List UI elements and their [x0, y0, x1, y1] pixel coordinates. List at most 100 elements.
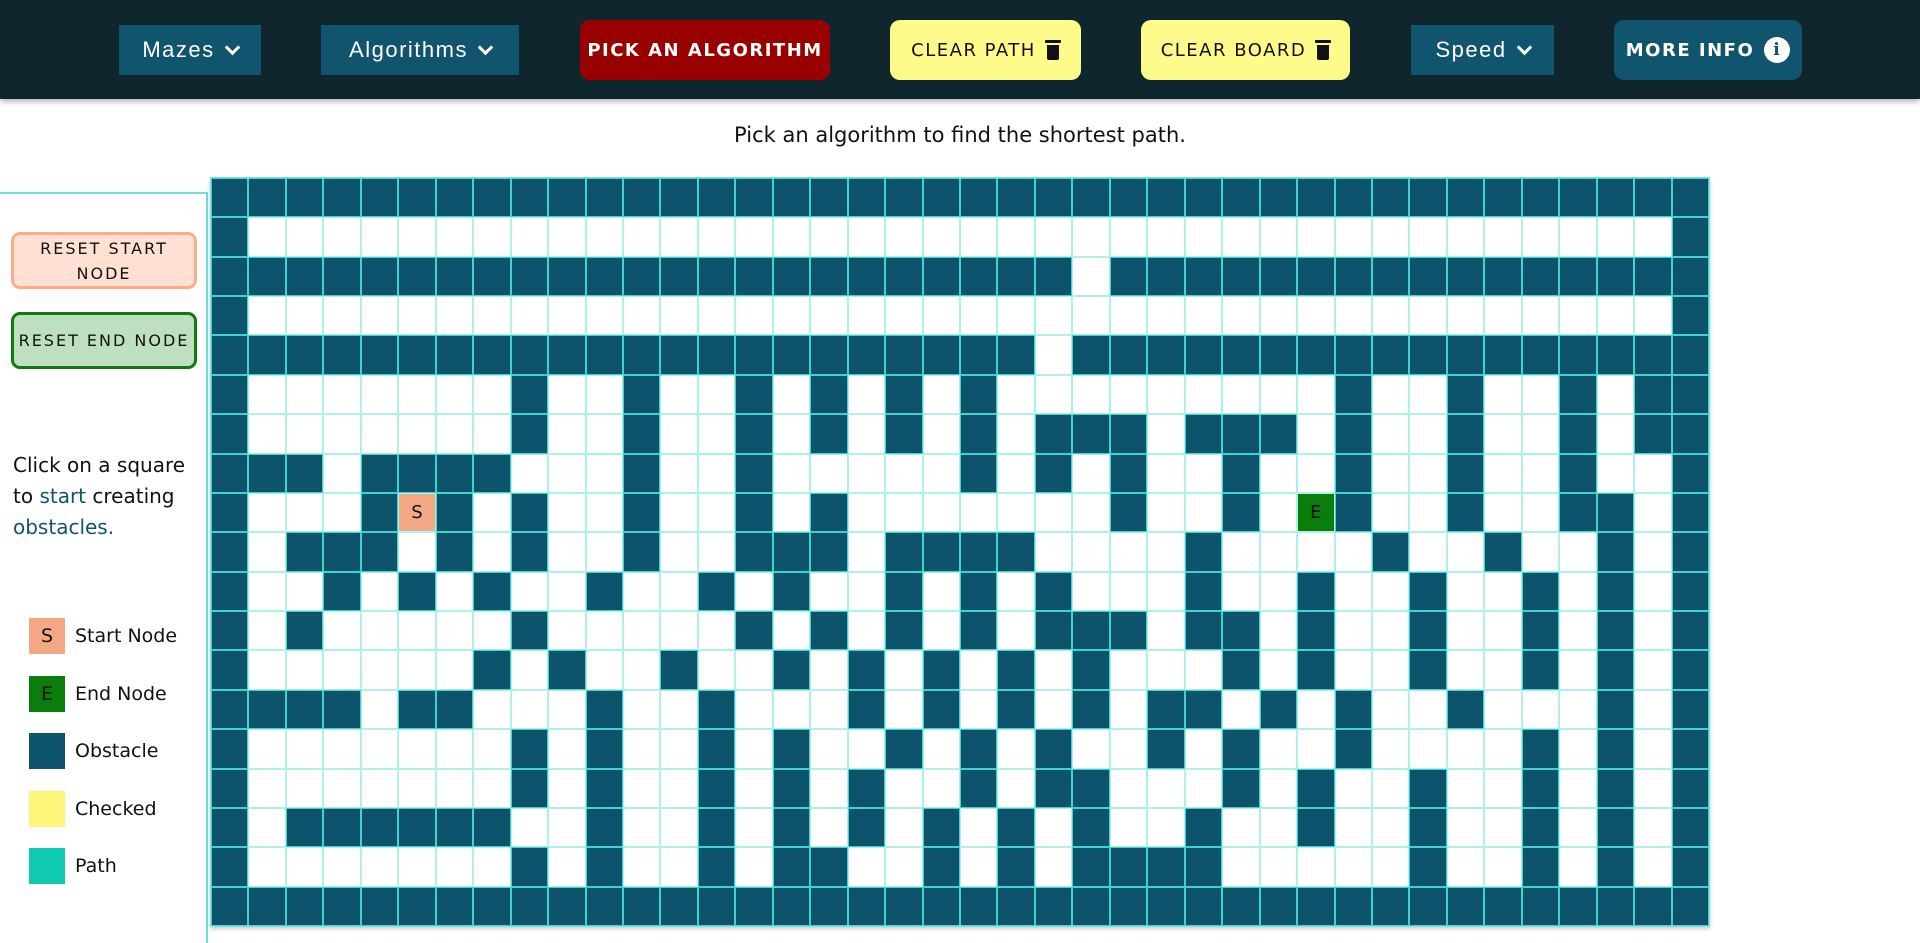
grid-cell-obstacle[interactable]: [622, 453, 661, 493]
grid-cell[interactable]: [622, 296, 661, 336]
grid-cell-obstacle[interactable]: [1334, 492, 1372, 533]
grid-cell-obstacle[interactable]: [285, 256, 324, 297]
grid-cell-obstacle[interactable]: [1634, 886, 1672, 926]
grid-cell[interactable]: [847, 532, 886, 572]
grid-cell[interactable]: [810, 689, 848, 730]
grid-cell[interactable]: [1072, 296, 1110, 336]
grid-cell-obstacle[interactable]: [473, 178, 511, 218]
grid-cell-obstacle[interactable]: [622, 532, 661, 572]
grid-cell[interactable]: [398, 847, 436, 887]
grid-cell[interactable]: [1559, 807, 1597, 848]
grid-cell-obstacle[interactable]: [847, 768, 886, 808]
grid-cell-obstacle[interactable]: [1109, 611, 1148, 651]
grid-cell[interactable]: [360, 729, 399, 769]
grid-cell-obstacle[interactable]: [772, 178, 811, 218]
grid-cell[interactable]: [360, 217, 399, 257]
grid-cell-obstacle[interactable]: [1184, 256, 1223, 297]
grid-cell-obstacle[interactable]: [435, 807, 474, 848]
grid-cell-obstacle[interactable]: [1671, 532, 1709, 572]
grid-cell[interactable]: [1521, 453, 1560, 493]
grid-cell[interactable]: [248, 807, 286, 848]
grid-cell-obstacle[interactable]: [1222, 453, 1260, 493]
grid-cell[interactable]: [1521, 532, 1560, 572]
grid-cell[interactable]: [660, 532, 698, 572]
grid-cell-obstacle[interactable]: [435, 532, 474, 572]
grid-cell[interactable]: [548, 689, 586, 730]
grid-cell[interactable]: [360, 768, 399, 808]
grid-cell[interactable]: [997, 217, 1035, 257]
grid-cell-obstacle[interactable]: [735, 256, 773, 297]
grid-cell[interactable]: [810, 768, 848, 808]
grid-cell[interactable]: [1184, 650, 1223, 690]
grid-cell-obstacle[interactable]: [772, 256, 811, 297]
grid-cell-obstacle[interactable]: [1634, 256, 1672, 297]
grid-cell[interactable]: [1484, 374, 1522, 415]
grid-cell[interactable]: [398, 414, 436, 454]
grid-cell[interactable]: [810, 650, 848, 690]
grid-cell-obstacle[interactable]: [1109, 886, 1148, 926]
grid-cell[interactable]: [1147, 374, 1185, 415]
grid-cell-obstacle[interactable]: [1559, 453, 1597, 493]
grid-cell-obstacle[interactable]: [1521, 729, 1560, 769]
grid-cell[interactable]: [1034, 217, 1073, 257]
grid-cell[interactable]: [660, 571, 698, 612]
grid-cell[interactable]: [248, 847, 286, 887]
grid-cell-obstacle[interactable]: [660, 886, 698, 926]
grid-cell[interactable]: [585, 532, 623, 572]
grid-cell-obstacle[interactable]: [1184, 414, 1223, 454]
grid-cell[interactable]: [1334, 296, 1372, 336]
grid-cell[interactable]: [285, 650, 324, 690]
grid-cell[interactable]: [660, 729, 698, 769]
grid-cell-obstacle[interactable]: [697, 335, 736, 375]
grid-cell-obstacle[interactable]: [885, 178, 923, 218]
end-node[interactable]: E: [1297, 492, 1335, 533]
grid-cell-obstacle[interactable]: [510, 256, 549, 297]
grid-cell-obstacle[interactable]: [772, 729, 811, 769]
grid-cell[interactable]: [323, 650, 361, 690]
grid-cell-obstacle[interactable]: [1446, 886, 1485, 926]
grid-cell[interactable]: [360, 611, 399, 651]
grid-cell[interactable]: [1484, 414, 1522, 454]
grid-cell[interactable]: [622, 571, 661, 612]
grid-cell-obstacle[interactable]: [772, 571, 811, 612]
more-info-button[interactable]: MORE INFO i: [1614, 20, 1802, 80]
grid-cell[interactable]: [1147, 532, 1185, 572]
grid-cell-obstacle[interactable]: [1297, 178, 1335, 218]
grid-cell-obstacle[interactable]: [1559, 414, 1597, 454]
grid-cell[interactable]: [1446, 650, 1485, 690]
grid-cell-obstacle[interactable]: [285, 807, 324, 848]
grid-cell-obstacle[interactable]: [1109, 414, 1148, 454]
grid-cell[interactable]: [1334, 611, 1372, 651]
grid-cell[interactable]: [1409, 729, 1447, 769]
grid-cell[interactable]: [622, 650, 661, 690]
grid-cell-obstacle[interactable]: [1259, 886, 1298, 926]
grid-cell-obstacle[interactable]: [1259, 689, 1298, 730]
grid-cell[interactable]: [473, 374, 511, 415]
grid-cell-obstacle[interactable]: [1334, 453, 1372, 493]
grid-cell[interactable]: [1371, 492, 1410, 533]
grid-cell[interactable]: [473, 532, 511, 572]
grid-cell[interactable]: [885, 296, 923, 336]
grid-cell-obstacle[interactable]: [1559, 886, 1597, 926]
grid-cell[interactable]: [1521, 689, 1560, 730]
grid-cell-obstacle[interactable]: [697, 256, 736, 297]
grid-cell[interactable]: [1147, 492, 1185, 533]
grid-cell-obstacle[interactable]: [960, 178, 998, 218]
grid-cell-obstacle[interactable]: [211, 335, 249, 375]
grid-cell[interactable]: [960, 807, 998, 848]
grid-cell-obstacle[interactable]: [1297, 886, 1335, 926]
grid-cell[interactable]: [997, 492, 1035, 533]
grid-cell-obstacle[interactable]: [697, 178, 736, 218]
grid-cell-obstacle[interactable]: [622, 335, 661, 375]
grid-cell[interactable]: [847, 611, 886, 651]
grid-cell-obstacle[interactable]: [1446, 689, 1485, 730]
grid-cell-obstacle[interactable]: [1521, 847, 1560, 887]
grid-cell[interactable]: [735, 729, 773, 769]
grid-cell-obstacle[interactable]: [810, 847, 848, 887]
grid-cell-obstacle[interactable]: [1409, 847, 1447, 887]
grid-cell-obstacle[interactable]: [248, 689, 286, 730]
grid-cell-obstacle[interactable]: [1259, 414, 1298, 454]
grid-cell[interactable]: [1596, 374, 1635, 415]
grid-cell-obstacle[interactable]: [1222, 768, 1260, 808]
grid-cell-obstacle[interactable]: [510, 414, 549, 454]
